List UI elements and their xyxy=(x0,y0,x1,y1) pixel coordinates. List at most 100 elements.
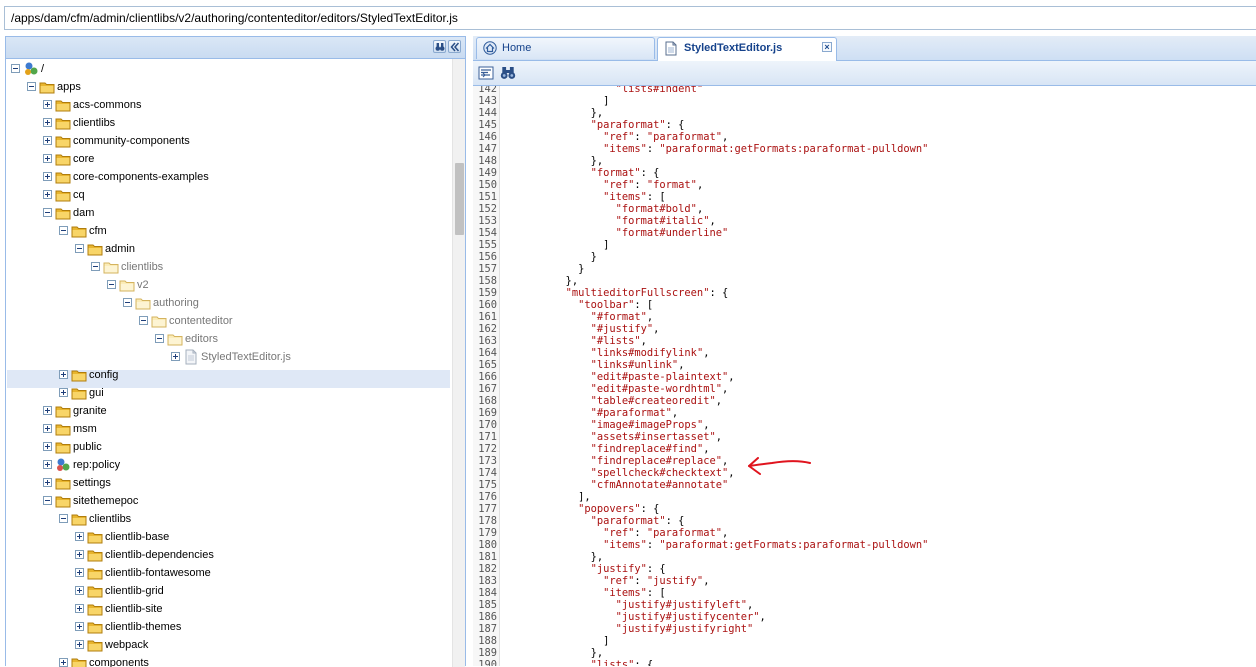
code-text: }, xyxy=(503,107,604,119)
line-number: 181 xyxy=(478,551,497,563)
line-number: 147 xyxy=(478,143,497,155)
path-input[interactable]: /apps/dam/cfm/admin/clientlibs/v2/author… xyxy=(4,6,1256,30)
expand-icon[interactable] xyxy=(43,172,52,181)
expand-icon[interactable] xyxy=(75,622,84,631)
code-line: 184 "items": [ xyxy=(473,587,1256,599)
code-line: 151 "items": [ xyxy=(473,191,1256,203)
expand-icon[interactable] xyxy=(75,568,84,577)
expand-icon[interactable] xyxy=(75,586,84,595)
collapse-icon[interactable] xyxy=(123,298,132,307)
line-number: 146 xyxy=(478,131,497,143)
line-number: 160 xyxy=(478,299,497,311)
policy-icon xyxy=(57,458,70,471)
tab-home[interactable]: Home xyxy=(476,37,655,59)
tree-node-label: cq xyxy=(73,189,85,201)
expand-icon[interactable] xyxy=(43,460,52,469)
tree-search-button[interactable] xyxy=(433,40,446,53)
line-number: 150 xyxy=(478,179,497,191)
collapse-icon[interactable] xyxy=(91,262,100,271)
expand-icon[interactable] xyxy=(43,136,52,145)
collapse-icon[interactable] xyxy=(155,334,164,343)
tree-node-label: apps xyxy=(57,81,81,93)
code-line: 146 "ref": "paraformat", xyxy=(473,131,1256,143)
tree-node-label: clientlibs xyxy=(73,117,116,129)
code-text: } xyxy=(503,263,585,275)
expand-icon[interactable] xyxy=(43,100,52,109)
line-number: 145 xyxy=(478,119,497,131)
tree-node-label: rep:policy xyxy=(73,459,121,471)
line-number: 186 xyxy=(478,611,497,623)
expand-icon[interactable] xyxy=(171,352,180,361)
collapse-icon[interactable] xyxy=(75,244,84,253)
code-text: ] xyxy=(503,635,610,647)
code-text: "ref": "justify", xyxy=(603,575,710,587)
collapse-icon[interactable] xyxy=(27,82,36,91)
expand-icon[interactable] xyxy=(75,532,84,541)
code-line: 187 "justify#justifyright" xyxy=(473,623,1256,635)
tab-home-label: Home xyxy=(502,42,532,54)
collapse-icon[interactable] xyxy=(107,280,116,289)
repository-tree-panel: / apps acs-commons clientlibs community-comp… xyxy=(5,36,466,667)
collapse-icon[interactable] xyxy=(11,64,20,73)
code-line: 183 "ref": "justify", xyxy=(473,575,1256,587)
expand-icon[interactable] xyxy=(43,442,52,451)
code-text: "justify#justifyleft", xyxy=(615,599,754,611)
folder-open-light-icon xyxy=(135,298,151,310)
expand-icon[interactable] xyxy=(43,118,52,127)
binoculars-icon[interactable] xyxy=(500,65,516,81)
code-line: 163 "#lists", xyxy=(473,335,1256,347)
tab-styled-text-editor-label: StyledTextEditor.js xyxy=(684,42,783,54)
collapse-icon[interactable] xyxy=(139,316,148,325)
tree-node-label: / xyxy=(41,63,45,75)
expand-icon[interactable] xyxy=(43,424,52,433)
line-number: 155 xyxy=(478,239,497,251)
code-line: 177 "popovers": { xyxy=(473,503,1256,515)
line-number: 167 xyxy=(478,383,497,395)
code-text: "toolbar": [ xyxy=(578,299,654,311)
expand-icon[interactable] xyxy=(43,406,52,415)
tree-node-label: core xyxy=(73,153,95,165)
format-code-icon[interactable] xyxy=(478,65,494,81)
code-line: 172 "findreplace#find", xyxy=(473,443,1256,455)
tree-scrollbar-thumb[interactable] xyxy=(455,163,464,235)
code-editor[interactable]: 142 "lists#indent" 143 ] 144 }, 145 "parafo… xyxy=(473,86,1256,666)
tree-node-label: sitethemepoc xyxy=(73,495,139,507)
expand-icon[interactable] xyxy=(43,154,52,163)
collapse-icon[interactable] xyxy=(43,208,52,217)
tab-styled-text-editor[interactable]: StyledTextEditor.js × xyxy=(657,37,837,61)
expand-icon[interactable] xyxy=(59,370,68,379)
line-number: 163 xyxy=(478,335,497,347)
code-text: }, xyxy=(503,155,604,167)
line-number: 178 xyxy=(478,515,497,527)
line-number: 170 xyxy=(478,419,497,431)
code-text: "ref": "paraformat", xyxy=(603,527,729,539)
collapse-icon[interactable] xyxy=(59,514,68,523)
tree-node-label: clientlib-themes xyxy=(105,621,182,633)
code-text: ] xyxy=(503,95,610,107)
collapse-panel-button[interactable] xyxy=(448,40,461,53)
code-text: "table#createoredit", xyxy=(590,395,722,407)
code-text: "assets#insertasset", xyxy=(590,431,722,443)
code-text: "format#bold", xyxy=(615,203,704,215)
expand-icon[interactable] xyxy=(43,478,52,487)
tree-node-label: authoring xyxy=(153,297,199,309)
code-line: 173 "findreplace#replace", xyxy=(473,455,1256,467)
line-number: 169 xyxy=(478,407,497,419)
line-number: 158 xyxy=(478,275,497,287)
collapse-icon[interactable] xyxy=(43,496,52,505)
expand-icon[interactable] xyxy=(43,190,52,199)
collapse-icon[interactable] xyxy=(59,226,68,235)
expand-icon[interactable] xyxy=(75,550,84,559)
line-number: 185 xyxy=(478,599,497,611)
expand-icon[interactable] xyxy=(59,388,68,397)
expand-icon[interactable] xyxy=(75,640,84,649)
expand-icon[interactable] xyxy=(75,604,84,613)
code-line: 167 "edit#paste-wordhtml", xyxy=(473,383,1256,395)
close-tab-button[interactable]: × xyxy=(822,42,832,52)
code-text: "format": { xyxy=(590,167,660,179)
code-text: }, xyxy=(503,275,579,287)
code-text: "#lists", xyxy=(590,335,647,347)
tree-node-label: clientlib-site xyxy=(105,603,163,615)
tree-scrollbar[interactable] xyxy=(452,59,465,667)
tree-node-label: editors xyxy=(185,333,219,345)
